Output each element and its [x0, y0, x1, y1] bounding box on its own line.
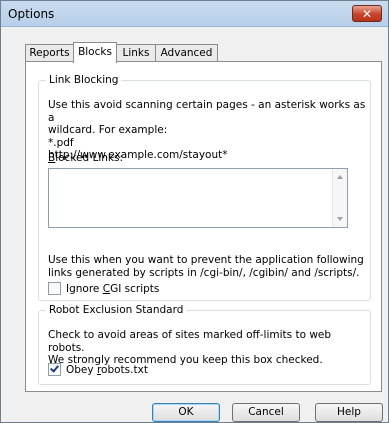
checkmark-icon: [50, 363, 59, 373]
robot-exclusion-legend: Robot Exclusion Standard: [49, 304, 184, 316]
blocked-links-scrollbar[interactable]: [332, 169, 347, 227]
cgi-description: Use this when you want to prevent the ap…: [48, 254, 364, 279]
ignore-cgi-checkbox[interactable]: [48, 282, 61, 295]
obey-robots-label[interactable]: Obey robots.txt: [66, 364, 148, 377]
blocks-tab-panel: Link Blocking Use this avoid scanning ce…: [25, 61, 382, 392]
window-title: Options: [8, 7, 55, 21]
blocked-links-textarea[interactable]: [48, 168, 348, 228]
tab-links[interactable]: Links: [116, 44, 156, 62]
close-icon: ✕: [361, 6, 373, 21]
scroll-down-arrow-icon[interactable]: [337, 217, 343, 221]
blocked-links-label-rest: locked Links:: [55, 152, 124, 164]
tab-blocks[interactable]: Blocks: [73, 42, 117, 63]
ignore-cgi-label[interactable]: Ignore CGI scripts: [66, 283, 159, 296]
title-bar: Options ✕: [1, 1, 388, 27]
scroll-up-arrow-icon[interactable]: [337, 175, 343, 179]
tab-reports[interactable]: Reports: [25, 44, 74, 62]
robot-exclusion-description: Check to avoid areas of sites marked off…: [48, 329, 332, 366]
blocked-links-label: Blocked Links:: [48, 152, 124, 164]
help-button[interactable]: Help: [315, 403, 383, 422]
link-blocking-group: Link Blocking Use this avoid scanning ce…: [38, 74, 371, 301]
robot-exclusion-group: Robot Exclusion Standard Check to avoid …: [38, 304, 371, 385]
ok-button[interactable]: OK: [152, 403, 220, 422]
link-blocking-legend: Link Blocking: [49, 74, 119, 86]
tab-advanced[interactable]: Advanced: [155, 44, 218, 62]
obey-robots-checkbox[interactable]: [48, 363, 61, 376]
cancel-button[interactable]: Cancel: [232, 403, 300, 422]
options-dialog: Options ✕ Reports Blocks Links Advanced …: [0, 0, 389, 423]
close-button[interactable]: ✕: [352, 5, 382, 22]
